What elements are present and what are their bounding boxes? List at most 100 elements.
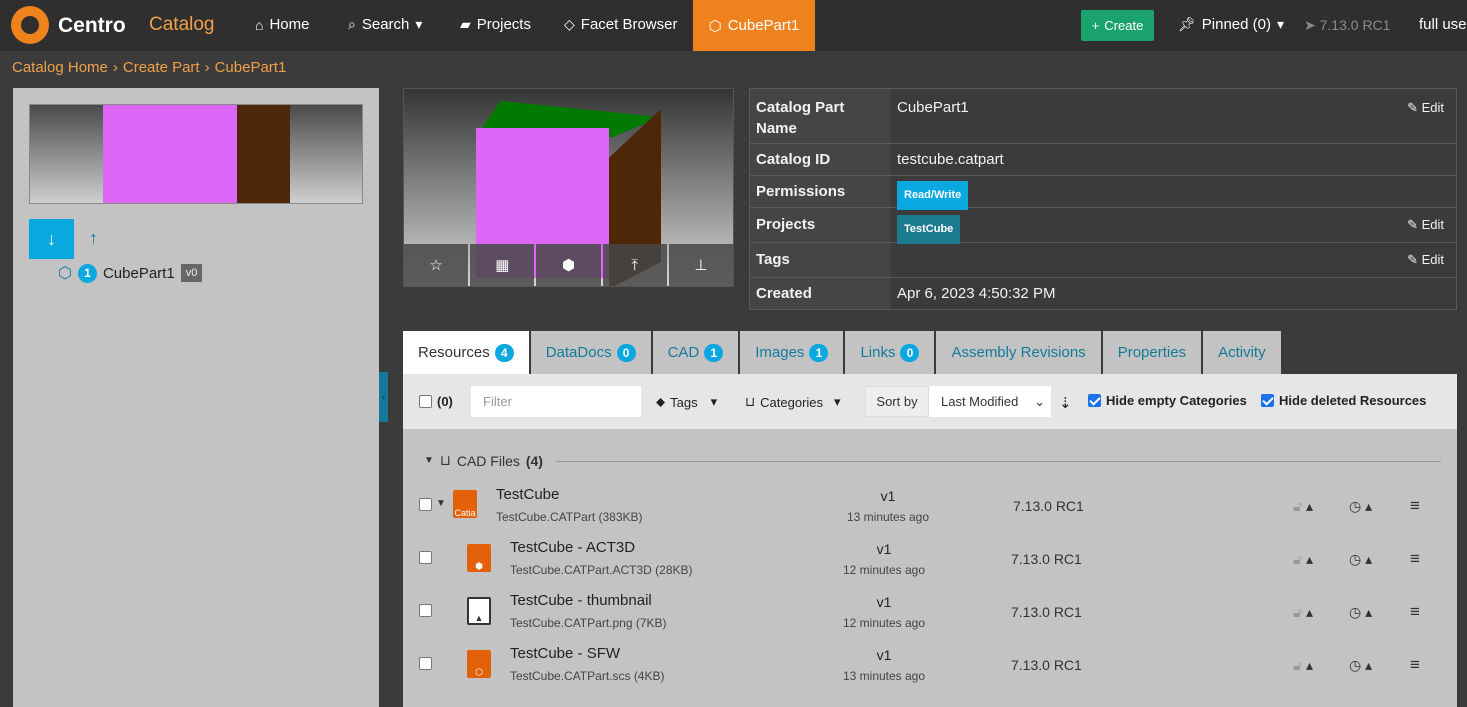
edit-label: Edit [1421,252,1444,267]
table-view-button[interactable]: ▦ [470,244,535,286]
row-menu-button[interactable]: ≡ [1410,496,1420,516]
row-checkbox[interactable] [419,604,432,617]
select-all-checkbox[interactable] [419,395,432,408]
hide-empty-categories[interactable]: Hide empty Categories [1088,393,1247,408]
tag-icon: ⬥ [656,394,666,409]
brand-name[interactable]: Centro [58,14,126,38]
group-label: CAD Files [456,452,520,469]
sort-select[interactable]: Last Modified ⌄ [929,386,1051,417]
centro-logo[interactable] [11,6,49,44]
row-checkbox[interactable] [419,657,432,670]
sort-direction-button[interactable]: ⇣ [1059,394,1072,412]
act3d-file-icon: ⬢ [467,544,491,572]
crumb-create-part[interactable]: Create Part [123,59,200,76]
tab-count-badge: 1 [704,343,724,362]
resource-row[interactable]: ⬢ TestCube - ACT3D TestCube.CATPart.ACT3… [403,533,1457,586]
tree-item-cubepart1[interactable]: ⬡ 1 CubePart1 v0 [58,263,203,283]
row-menu-button[interactable]: ≡ [1410,655,1420,675]
resource-row[interactable]: ⬡ TestCube - SFW TestCube.CATPart.scs (4… [403,639,1457,692]
history-menu[interactable]: ◷ ▴ [1349,657,1372,674]
edit-projects-link[interactable]: ✎ Edit [1407,217,1444,233]
pin-button[interactable]: ⊥ [668,244,733,286]
hide-deleted-resources[interactable]: Hide deleted Resources [1261,393,1426,408]
caret-down-icon[interactable]: ▼ [436,498,446,509]
tab-datadocs[interactable]: DataDocs 0 [530,331,651,374]
row-checkbox[interactable] [419,551,432,564]
catia-file-icon: Catia [453,490,477,518]
tab-label: Resources [418,344,490,361]
crumb-catalog-home[interactable]: Catalog Home [12,59,108,76]
tab-images[interactable]: Images 1 [740,331,844,374]
row-checkbox[interactable] [419,498,432,511]
crumb-cubepart1[interactable]: CubePart1 [215,59,287,76]
categories-dropdown[interactable]: ⊔ Categories ▾ [745,394,841,410]
resource-name[interactable]: TestCube - SFW [510,645,620,662]
collapse-panel-handle[interactable]: ‹ [379,372,388,422]
nav-search[interactable]: ⌕ Search ▾ [348,16,422,33]
tab-assembly-revisions[interactable]: Assembly Revisions [936,331,1101,374]
resource-name[interactable]: TestCube [496,486,559,503]
info-row-projects: Projects TestCube ✎ Edit [750,208,1456,244]
history-menu[interactable]: ◷ ▴ [1349,551,1372,568]
nav-tab-cubepart1[interactable]: ⬡ CubePart1 [693,0,815,51]
history-menu[interactable]: ◷ ▴ [1349,604,1372,621]
resource-row[interactable]: ▲ TestCube - thumbnail TestCube.CATPart.… [403,586,1457,639]
nav-home[interactable]: ⌂ Home [255,16,309,33]
resource-name[interactable]: TestCube - ACT3D [510,539,635,556]
resource-release: 7.13.0 RC1 [1011,604,1082,620]
tab-cad[interactable]: CAD 1 [652,331,739,374]
edit-tags-link[interactable]: ✎ Edit [1407,252,1444,268]
expand-down-button[interactable]: ↓ [29,219,74,259]
app-version[interactable]: ➤ 7.13.0 RC1 [1304,17,1390,34]
create-button[interactable]: + Create [1081,10,1154,41]
caret-down-icon: ▾ [834,394,841,409]
tab-properties[interactable]: Properties [1102,331,1202,374]
row-menu-button[interactable]: ≡ [1410,602,1420,622]
favorite-button[interactable]: ☆ [404,244,469,286]
image-file-icon: ▲ [467,597,491,625]
caret-up-icon: ▴ [1365,604,1373,620]
pinned-menu[interactable]: 📌︎ Pinned (0) ▾ [1178,16,1284,33]
tab-links[interactable]: Links 0 [845,331,935,374]
resource-row[interactable]: ▼ Catia TestCube TestCube.CATPart (383KB… [403,480,1457,533]
tags-dropdown[interactable]: ⬥ Tags ▾ [656,394,717,410]
resource-time: 13 minutes ago [846,510,930,524]
lock-menu[interactable]: 🔓︎ ▴ [1293,551,1313,568]
resource-file: TestCube.CATPart (383KB) [496,510,643,524]
tree-count-badge: 1 [77,263,97,283]
select-all[interactable]: (0) [419,394,453,409]
nav-projects[interactable]: ▰ Projects [460,16,531,33]
sort-by-label: Sort by [865,386,929,417]
hide-empty-checkbox[interactable] [1088,394,1101,407]
3d-view-button[interactable]: ⬢ [536,244,601,286]
info-value [891,243,1456,277]
lock-menu[interactable]: 🔓︎ ▴ [1293,657,1313,674]
upload-button[interactable]: ⤒ [602,244,667,286]
caret-down-icon: ▼ [424,455,434,466]
folder-icon: ▰ [460,16,471,32]
lock-menu[interactable]: 🔓︎ ▴ [1293,498,1313,515]
tab-label: Images [755,344,805,361]
filter-input[interactable] [471,386,641,417]
tab-resources[interactable]: Resources 4 [403,331,529,374]
info-value: CubePart1 [897,99,969,116]
sfw-file-icon: ⬡ [467,650,491,678]
edit-label: Edit [1421,100,1444,115]
catalog-title[interactable]: Catalog [149,14,215,36]
caret-up-icon: ▴ [1305,657,1313,673]
collapse-up-button[interactable]: ↑ [89,228,98,249]
tab-activity[interactable]: Activity [1203,331,1281,374]
permissions-badge: Read/Write [897,181,969,210]
history-menu[interactable]: ◷ ▴ [1349,498,1372,515]
resource-version: v1 [876,647,892,663]
resource-name[interactable]: TestCube - thumbnail [510,592,652,609]
lock-menu[interactable]: 🔓︎ ▴ [1293,604,1313,621]
user-menu[interactable]: full use [1419,16,1467,33]
nav-facet-browser[interactable]: ◇ Facet Browser [564,16,677,33]
cad-files-group-header[interactable]: ▼ ⊔ CAD Files (4) [424,452,543,469]
tab-label: Activity [1218,344,1266,361]
project-badge[interactable]: TestCube [897,215,961,244]
hide-deleted-checkbox[interactable] [1261,394,1274,407]
row-menu-button[interactable]: ≡ [1410,549,1420,569]
edit-name-link[interactable]: ✎ Edit [1407,100,1444,116]
